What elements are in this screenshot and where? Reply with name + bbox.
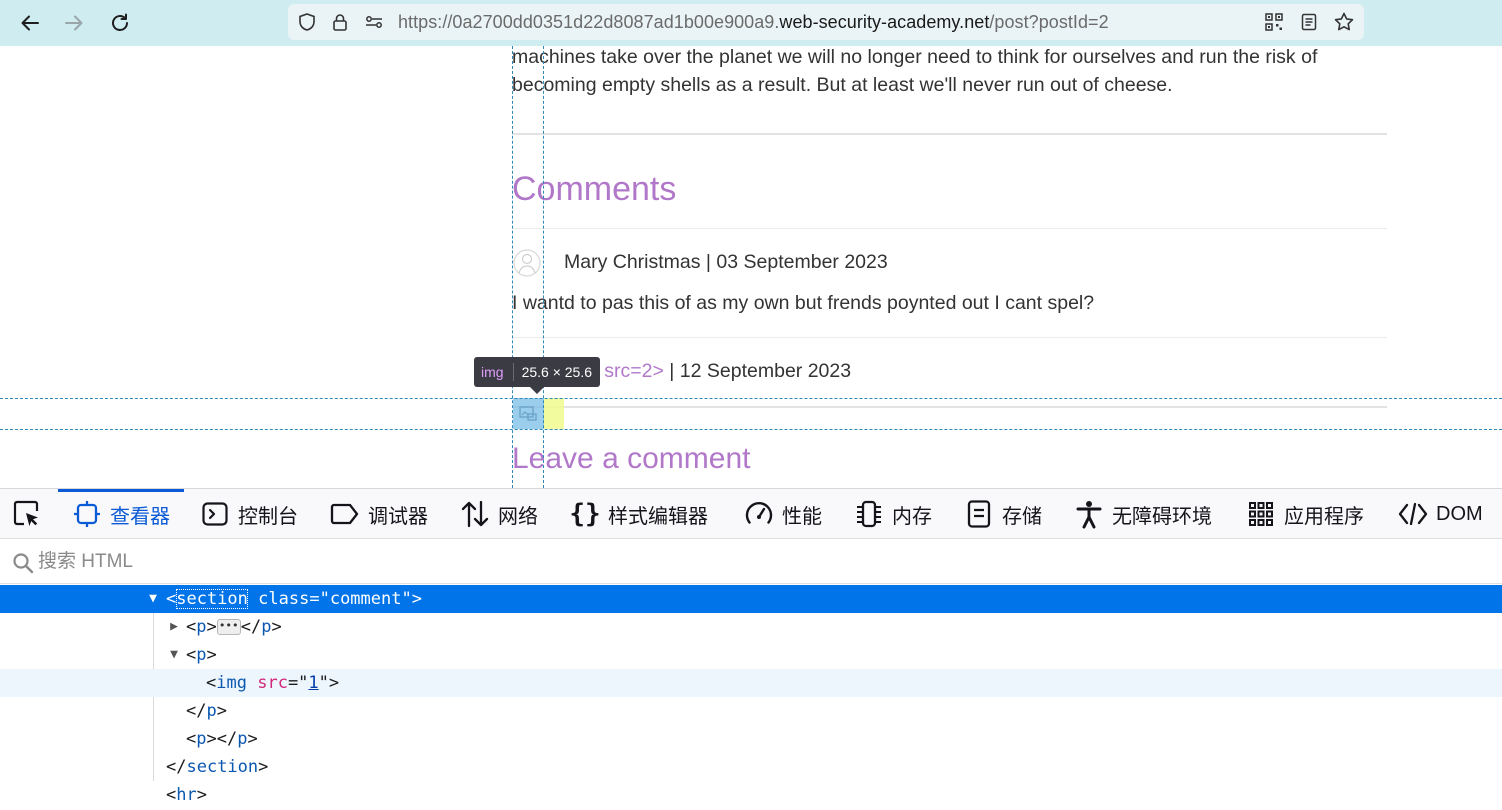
dom-node-p-close[interactable]: </p> bbox=[0, 697, 1502, 725]
tab-debugger[interactable]: 调试器 bbox=[330, 489, 428, 539]
tab-label: 样式编辑器 bbox=[608, 505, 708, 528]
tooltip-arrow bbox=[530, 387, 544, 394]
application-icon bbox=[1246, 499, 1276, 529]
expanded-triangle-icon[interactable]: ▼ bbox=[145, 585, 161, 613]
tab-inspector[interactable]: 查看器 bbox=[58, 489, 184, 539]
html-search-bar bbox=[0, 540, 1502, 584]
user-avatar-icon bbox=[513, 249, 541, 277]
qr-code-icon[interactable] bbox=[1263, 11, 1285, 33]
tab-label: 调试器 bbox=[368, 505, 428, 528]
dom-node-section-close[interactable]: </section> bbox=[0, 753, 1502, 781]
inspector-tooltip: img 25.6 × 25.6 bbox=[474, 357, 601, 387]
tab-storage[interactable]: 存储 bbox=[964, 489, 1042, 539]
console-icon bbox=[200, 499, 230, 529]
inspector-guide-horizontal bbox=[0, 398, 1502, 399]
tab-console[interactable]: 控制台 bbox=[200, 489, 298, 539]
tab-memory[interactable]: 内存 bbox=[854, 489, 932, 539]
debugger-icon bbox=[330, 499, 360, 529]
forward-button[interactable] bbox=[58, 7, 90, 39]
tab-performance[interactable]: 性能 bbox=[744, 489, 822, 539]
tooltip-tag: img bbox=[474, 363, 514, 381]
devtools-panel: 查看器 控制台 调试器 网络 {} 样式编辑器 性能 内存 存储 无障碍环境 应… bbox=[0, 488, 1502, 810]
avatar bbox=[513, 247, 541, 279]
dom-node-hr[interactable]: <hr> bbox=[0, 781, 1502, 809]
dom-node-section[interactable]: ▼ <section class="comment"> bbox=[0, 585, 1502, 613]
tab-label: DOM bbox=[1436, 502, 1483, 525]
tab-application[interactable]: 应用程序 bbox=[1246, 489, 1364, 539]
accessibility-icon bbox=[1074, 499, 1104, 529]
content-divider bbox=[512, 133, 1387, 135]
element-picker-icon bbox=[13, 500, 39, 527]
inspector-icon bbox=[72, 499, 102, 529]
dom-node-p-empty[interactable]: <p></p> bbox=[0, 725, 1502, 753]
dom-node-img[interactable]: <img src="1"> bbox=[0, 669, 1502, 697]
comment-divider bbox=[512, 337, 1387, 338]
inspector-guide-horizontal bbox=[0, 429, 1502, 430]
browser-toolbar: https://0a2700dd0351d22d8087ad1b00e900a9… bbox=[0, 0, 1502, 46]
collapsed-triangle-icon[interactable]: ▶ bbox=[166, 613, 182, 641]
comment-date: | 12 September 2023 bbox=[663, 360, 852, 382]
markup-view: ▼ <section class="comment"> ▶ <p> ••• </p>… bbox=[0, 585, 1502, 810]
expanded-triangle-icon[interactable]: ▼ bbox=[166, 641, 182, 669]
search-icon bbox=[12, 552, 34, 579]
inspector-guide-vertical bbox=[543, 46, 544, 488]
tab-label: 应用程序 bbox=[1284, 505, 1364, 528]
tab-dom[interactable]: DOM bbox=[1398, 489, 1483, 539]
comment-author-date: g src=2> | 12 September 2023 bbox=[588, 360, 851, 383]
padding-highlight bbox=[544, 398, 564, 429]
tab-label: 内存 bbox=[892, 505, 932, 528]
memory-icon bbox=[854, 499, 884, 529]
devtools-tab-bar: 查看器 控制台 调试器 网络 {} 样式编辑器 性能 内存 存储 无障碍环境 应… bbox=[0, 489, 1502, 539]
reload-icon bbox=[112, 13, 128, 31]
tab-label: 性能 bbox=[782, 505, 822, 528]
bookmark-star-icon[interactable] bbox=[1333, 11, 1355, 33]
page-viewport: machines take over the planet we will no… bbox=[0, 46, 1502, 488]
url-text[interactable]: https://0a2700dd0351d22d8087ad1b00e900a9… bbox=[398, 12, 1109, 33]
tab-label: 无障碍环境 bbox=[1112, 505, 1212, 528]
inspector-guide-vertical bbox=[512, 46, 513, 488]
style-editor-icon: {} bbox=[569, 499, 601, 529]
comment-divider bbox=[512, 406, 1387, 408]
shield-icon[interactable] bbox=[296, 11, 318, 33]
network-icon bbox=[460, 499, 490, 529]
back-button[interactable] bbox=[14, 7, 46, 39]
dom-icon bbox=[1398, 499, 1428, 529]
post-body-line-2: becoming empty shells as a result. But a… bbox=[512, 74, 1173, 96]
dom-node-p[interactable]: ▼ <p> bbox=[0, 641, 1502, 669]
lock-icon[interactable] bbox=[329, 11, 351, 33]
tab-label: 控制台 bbox=[238, 505, 298, 528]
post-body-line-1: machines take over the planet we will no… bbox=[512, 46, 1318, 68]
comment-text: I wantd to pas this of as my own but fre… bbox=[512, 292, 1095, 314]
inspected-img-highlight bbox=[513, 398, 544, 429]
site-permissions-icon[interactable] bbox=[363, 11, 385, 33]
comments-heading: Comments bbox=[512, 170, 677, 208]
leave-comment-heading: Leave a comment bbox=[512, 442, 751, 475]
comment-divider bbox=[512, 228, 1387, 229]
tab-style-editor[interactable]: {} 样式编辑器 bbox=[569, 489, 708, 539]
tab-label: 网络 bbox=[498, 505, 538, 528]
img-src-link[interactable]: 1 bbox=[308, 673, 318, 693]
tab-network[interactable]: 网络 bbox=[460, 489, 538, 539]
tab-accessibility[interactable]: 无障碍环境 bbox=[1074, 489, 1212, 539]
broken-image-icon bbox=[519, 406, 537, 421]
performance-icon bbox=[744, 499, 774, 529]
arrow-right-icon bbox=[65, 15, 83, 31]
tooltip-dimensions: 25.6 × 25.6 bbox=[521, 364, 593, 380]
address-bar[interactable]: https://0a2700dd0351d22d8087ad1b00e900a9… bbox=[288, 4, 1364, 40]
reload-button[interactable] bbox=[104, 7, 136, 39]
storage-icon bbox=[964, 499, 994, 529]
tab-label: 查看器 bbox=[110, 505, 170, 528]
collapsed-content-icon[interactable]: ••• bbox=[216, 619, 241, 635]
tab-label: 存储 bbox=[1002, 505, 1042, 528]
arrow-left-icon bbox=[21, 15, 39, 31]
reader-view-icon[interactable] bbox=[1298, 11, 1320, 33]
element-picker-button[interactable] bbox=[10, 497, 44, 531]
dom-node-p[interactable]: ▶ <p> ••• </p> bbox=[0, 613, 1502, 641]
comment-author-date: Mary Christmas | 03 September 2023 bbox=[564, 251, 888, 273]
search-input[interactable] bbox=[38, 548, 638, 576]
